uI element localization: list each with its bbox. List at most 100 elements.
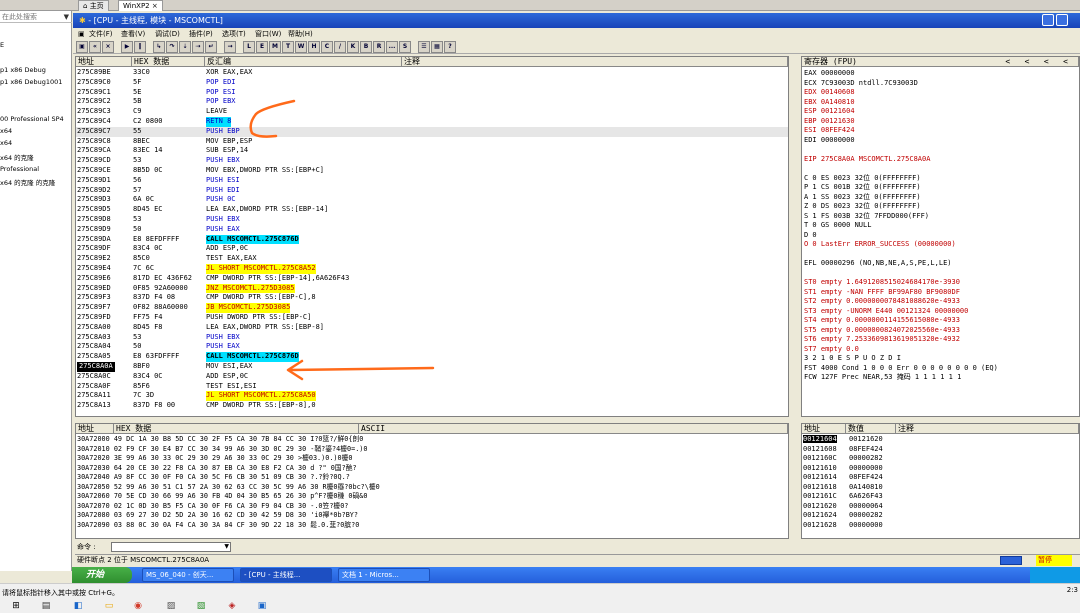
dump-row[interactable]: 30A72030 64 20 CE 30 22 F8 CA 30 87 EB C… [77,464,357,474]
register-line[interactable]: A 1 SS 0023 32位 0(FFFFFFFF) [804,193,921,203]
register-line[interactable]: EFL 00000296 (NO,NB,NE,A,S,PE,L,LE) [804,259,952,269]
register-line[interactable]: O 0 LastErr ERROR_SUCCESS (00000000) [804,240,956,250]
toolbar-btn-slash[interactable]: / [334,41,346,53]
dump-col-hex[interactable]: HEX 数据 [114,424,359,434]
toolbar-btn-e[interactable]: E [256,41,268,53]
grid-icon[interactable]: ▦ [431,41,443,53]
register-line[interactable]: D 0 [804,231,817,241]
dump-row[interactable]: 30A72040 A9 8F CC 30 0F F0 CA 30 5C F6 C… [77,473,350,483]
stack-row[interactable]: 00121618 0A140810 [803,483,883,493]
disasm-row[interactable]: 275C8A0F 85F6 TEST ESI,ESI [76,382,788,392]
register-line[interactable]: ST7 empty 0.0 [804,345,859,355]
disassembly-pane[interactable]: 地址 HEX 数据 反汇编 注释 275C89BE 33C0 XOR EAX,EAX… [75,56,789,417]
toolbar-btn-m[interactable]: M [269,41,281,53]
minimize-button[interactable] [1042,14,1054,26]
disasm-row[interactable]: 275C8A04 50 PUSH EAX [76,342,788,352]
sidebar-item[interactable]: 00 Professional SP4 [0,115,64,123]
menu-window[interactable]: 窗口(W) [255,28,281,40]
open-icon[interactable]: ▣ [76,41,88,53]
register-line[interactable]: 3 2 1 0 E S P U O Z D I [804,354,901,364]
register-line[interactable]: FCW 127F Prec NEAR,53 掩码 1 1 1 1 1 1 [804,373,961,383]
menu-options[interactable]: 选项(T) [222,28,246,40]
col-header-comment[interactable]: 注释 [402,57,788,67]
disasm-row[interactable]: 275C89E4 7C 6C JL SHORT MSCOMCTL.275C8A52 [76,264,788,274]
dump-col-ascii[interactable]: ASCII [359,424,788,434]
stack-col-value[interactable]: 数值 [846,424,896,434]
sidebar-item[interactable]: x64 [0,139,12,147]
pause-icon[interactable]: ‖ [134,41,146,53]
toolbar-btn-s[interactable]: S [399,41,411,53]
register-line[interactable]: EBP 00121630 [804,117,855,127]
disasm-row[interactable]: 275C89C2 5B POP EBX [76,97,788,107]
stack-row[interactable]: 00121624 00000282 [803,511,883,521]
disasm-row[interactable]: 275C89CD 53 PUSH EBX [76,156,788,166]
menu-help[interactable]: 帮助(H) [288,28,313,40]
disasm-row[interactable]: 275C89D5 8D45 EC LEA EAX,DWORD PTR SS:[EBP… [76,205,788,215]
trace-over-icon[interactable]: ⇢ [192,41,204,53]
register-line[interactable]: EDI 00000000 [804,136,855,146]
close-icon[interactable]: × [152,2,158,10]
menu-view[interactable]: 查看(V) [121,28,145,40]
register-line[interactable]: ESP 00121604 [804,107,855,117]
folder-icon[interactable]: ▭ [103,600,115,612]
chevron-down-icon[interactable]: ▼ [64,11,69,23]
list-icon[interactable]: ☰ [418,41,430,53]
disasm-row[interactable]: 275C8A0C 83C4 0C ADD ESP,0C [76,372,788,382]
store-icon[interactable]: ◧ [72,600,84,612]
register-line[interactable]: EBX 0A140810 [804,98,855,108]
step-over-icon[interactable]: ↷ [166,41,178,53]
toolbar-btn-c[interactable]: C [321,41,333,53]
disasm-row[interactable]: 275C89C1 5E POP ESI [76,88,788,98]
close-icon[interactable]: × [102,41,114,53]
dump-row[interactable]: 30A72060 70 5E CD 30 66 99 A6 30 FB 4D 0… [77,492,367,502]
toolbar-btn-h[interactable]: H [308,41,320,53]
sidebar-item[interactable]: p1 x86 Debug [0,66,46,74]
stack-row[interactable]: 00121610 00000000 [803,464,883,474]
sidebar-item[interactable]: E [0,41,4,49]
disasm-row[interactable]: 275C89BE 33C0 XOR EAX,EAX [76,68,788,78]
stack-row[interactable]: 0012160C 00000282 [803,454,883,464]
disasm-row[interactable]: 275C89C8 8BEC MOV EBP,ESP [76,137,788,147]
register-line[interactable]: ST0 empty 1.6491208515024684170e-3930 [804,278,960,288]
disasm-row[interactable]: 275C89C3 C9 LEAVE [76,107,788,117]
app-icon[interactable]: ◈ [226,600,238,612]
disasm-row[interactable]: 275C89D3 6A 0C PUSH 0C [76,195,788,205]
registers-nav-arrows[interactable]: < < < < [1005,57,1068,67]
col-header-address[interactable]: 地址 [76,57,132,67]
maximize-button[interactable] [1056,14,1068,26]
stack-row[interactable]: 00121608 08FEF424 [803,445,883,455]
dump-row[interactable]: 30A72070 02 1C 0D 30 B5 F5 CA 30 0F F6 C… [77,502,348,512]
disasm-row[interactable]: 275C8A00 8D45 F8 LEA EAX,DWORD PTR SS:[EBP… [76,323,788,333]
dump-row[interactable]: 30A72090 03 88 0C 30 0A F4 CA 30 3A 84 C… [77,521,359,531]
taskview-icon[interactable]: ▤ [40,600,52,612]
toolbar-btn-w[interactable]: W [295,41,307,53]
register-line[interactable]: ST2 empty 0.0000000078481088620e-4933 [804,297,960,307]
disasm-row[interactable]: 275C89C4 C2 0800 RETN 8 [76,117,788,127]
menu-plugins[interactable]: 插件(P) [189,28,213,40]
disasm-row[interactable]: 275C8A0A 8BF0 MOV ESI,EAX [76,362,788,372]
vmware-icon[interactable]: ▣ [256,600,268,612]
sidebar-item[interactable]: x64 的克隆 [0,152,34,162]
register-line[interactable]: ECX 7C93003D ntdll.7C93003D [804,79,918,89]
windows-start-icon[interactable]: ⊞ [10,600,22,612]
stack-col-address[interactable]: 地址 [802,424,846,434]
dump-col-address[interactable]: 地址 [76,424,114,434]
register-line[interactable]: ST6 empty 7.2533609813619051320e-4932 [804,335,960,345]
disasm-row[interactable]: 275C89F3 837D F4 08 CMP DWORD PTR SS:[EBP-… [76,293,788,303]
menu-file[interactable]: 文件(F) [89,28,113,40]
disasm-row[interactable]: 275C8A13 837D F8 00 CMP DWORD PTR SS:[EBP-… [76,401,788,411]
stack-row[interactable]: 00121620 00000064 [803,502,883,512]
disasm-row[interactable]: 275C89D9 50 PUSH EAX [76,225,788,235]
register-line[interactable]: ST5 empty 0.0000000824072025560e-4933 [804,326,960,336]
disasm-row[interactable]: 275C89CA 83EC 14 SUB ESP,14 [76,146,788,156]
disasm-row[interactable]: 275C8A11 7C 3D JL SHORT MSCOMCTL.275C8A50 [76,391,788,402]
goto-icon[interactable]: → [224,41,236,53]
disasm-row[interactable]: 275C89DF 83C4 0C ADD ESP,0C [76,244,788,254]
disasm-row[interactable]: 275C8A05 E8 63FDFFFF CALL MSCOMCTL.275C876… [76,352,788,362]
task-cpu-window[interactable]: - [CPU - 主线程... [240,568,332,582]
stack-row[interactable]: 0012161C 6A626F43 [803,492,883,502]
memory-dump-pane[interactable]: 地址 HEX 数据 ASCII 30A72000 49 DC 1A 30 B8 … [75,423,789,539]
toolbar-btn-more[interactable]: ... [386,41,398,53]
register-line[interactable]: T 0 GS 0000 NULL [804,221,871,231]
dump-row[interactable]: 30A72080 03 69 27 30 D2 5D 2A 30 16 62 C… [77,511,358,521]
